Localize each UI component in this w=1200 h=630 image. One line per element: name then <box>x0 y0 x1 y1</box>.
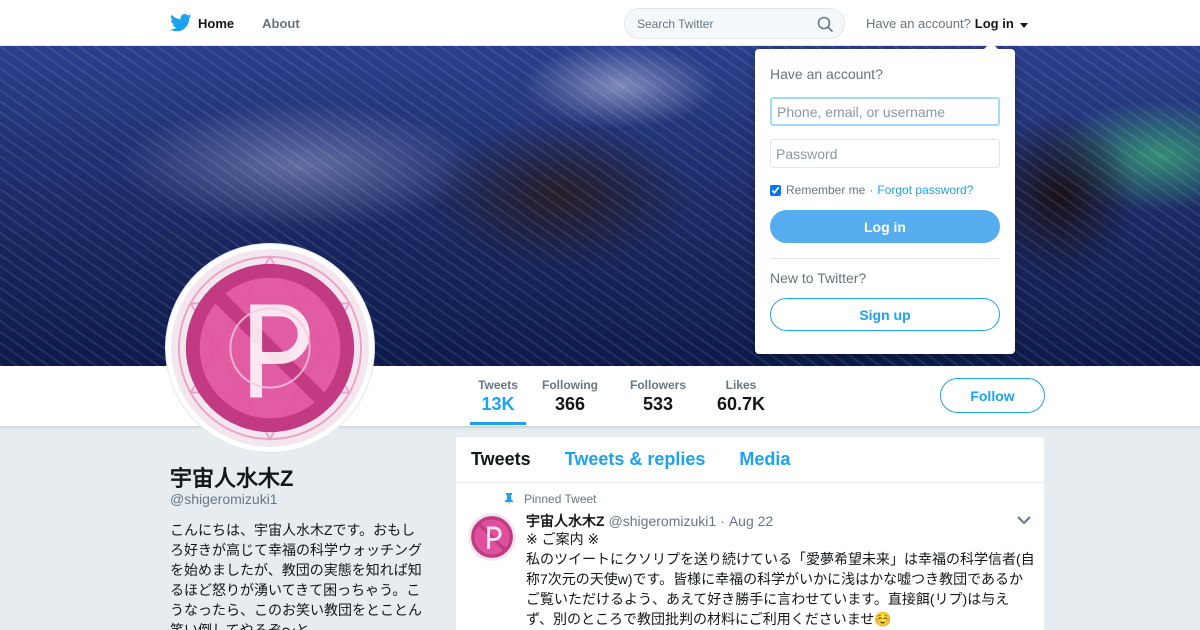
stat-tweets[interactable]: Tweets 13K <box>470 378 526 425</box>
pinned-indicator: Pinned Tweet <box>504 492 597 506</box>
search-icon[interactable] <box>817 16 834 33</box>
tab-tweets[interactable]: Tweets <box>471 449 531 470</box>
chevron-down-icon <box>1020 23 1029 28</box>
stat-following[interactable]: Following 366 <box>541 378 599 415</box>
account-menu: Have an account? Log in <box>866 16 1029 31</box>
stat-label: Tweets <box>478 378 518 392</box>
twitter-bird-icon <box>170 14 192 32</box>
login-dropdown-title: Have an account? <box>770 66 883 82</box>
new-to-twitter-label: New to Twitter? <box>770 270 867 286</box>
account-prompt: Have an account? <box>866 16 971 31</box>
search-input[interactable] <box>637 16 807 31</box>
tab-media[interactable]: Media <box>739 449 790 470</box>
profile-avatar[interactable] <box>165 243 375 453</box>
no-happy-science-logo <box>171 249 369 447</box>
avatar-image <box>171 249 369 447</box>
dropdown-divider <box>770 258 1000 259</box>
tweet-separator: · <box>720 513 725 529</box>
tweet-header: 宇宙人水木Z @shigeromizuki1 · Aug 22 <box>526 511 773 531</box>
tweet-line-notice: ※ ご案内 ※ <box>526 531 600 547</box>
remember-me-checkbox[interactable] <box>770 184 781 196</box>
top-nav: Home About Have an account? Log in <box>0 0 1200 46</box>
stat-label: Following <box>542 378 598 392</box>
forgot-password-link[interactable]: Forgot password? <box>877 183 973 197</box>
stat-value: 13K <box>481 394 515 414</box>
timeline: Tweets Tweets & replies Media Pinned Twe… <box>456 437 1044 630</box>
pin-icon <box>505 493 513 505</box>
nav-home-label: Home <box>198 15 235 31</box>
tweet-date[interactable]: Aug 22 <box>729 513 773 529</box>
login-menu-toggle[interactable]: Log in <box>975 16 1029 31</box>
remember-row: Remember me · Forgot password? <box>770 183 1000 197</box>
timeline-tabs: Tweets Tweets & replies Media <box>456 437 1044 483</box>
stat-label: Likes <box>725 378 757 392</box>
login-menu-label: Log in <box>974 16 1014 31</box>
tweet-text: 私のツイートにクソリプを送り続けている「愛夢希望未来」は幸福の科学信者(自称7次… <box>526 551 1035 627</box>
stat-value: 533 <box>642 394 674 414</box>
tweet-avatar-image <box>468 513 516 561</box>
tweet-avatar[interactable] <box>468 513 516 561</box>
nav-about-link[interactable]: About <box>262 16 300 31</box>
tweet-menu-chevron-icon[interactable] <box>1016 514 1032 526</box>
stat-value: 366 <box>554 394 586 414</box>
profile-handle[interactable]: @shigeromizuki1 <box>170 491 278 507</box>
tab-tweets-replies[interactable]: Tweets & replies <box>565 449 706 470</box>
stat-label: Followers <box>629 378 686 392</box>
stat-likes[interactable]: Likes 60.7K <box>716 378 766 415</box>
nav-home-link[interactable]: Home <box>170 14 234 32</box>
tweet-body: ※ ご案内 ※ 私のツイートにクソリプを送り続けている「愛夢希望未来」は幸福の科… <box>526 529 1036 629</box>
stat-followers[interactable]: Followers 533 <box>629 378 687 415</box>
pinned-label: Pinned Tweet <box>524 492 597 506</box>
tweet-author-handle[interactable]: @shigeromizuki1 <box>609 513 717 529</box>
login-dropdown: Have an account? Remember me · Forgot pa… <box>755 42 1015 354</box>
tweet-author-name[interactable]: 宇宙人水木Z <box>526 511 605 531</box>
login-button[interactable]: Log in <box>770 210 1000 243</box>
profile-bio: こんにちは、宇宙人水木Zです。おもしろ好きが高じて幸福の科学ウォッチングを始めま… <box>170 522 422 630</box>
profile-name[interactable]: 宇宙人水木Z <box>170 461 293 493</box>
remember-me-label[interactable]: Remember me <box>786 183 865 197</box>
password-field[interactable] <box>770 139 1000 168</box>
signup-button[interactable]: Sign up <box>770 298 1000 331</box>
remember-separator: · <box>869 183 874 197</box>
stat-value: 60.7K <box>716 394 766 414</box>
nav-left: Home About <box>170 0 328 46</box>
username-field[interactable] <box>770 97 1000 126</box>
follow-button[interactable]: Follow <box>940 378 1045 413</box>
search-box[interactable] <box>624 8 845 39</box>
